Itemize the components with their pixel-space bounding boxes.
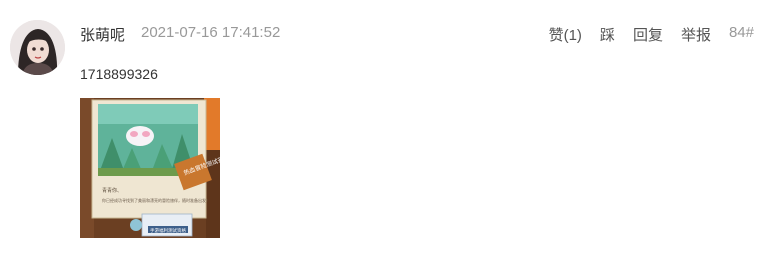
- game-screenshot-image: 热血冒险测试开始 青青你、 你已经成功寻找到了美丽和漂亮的冒险旅伴，随时准备出发…: [80, 98, 220, 238]
- comment-actions: 赞(1) 踩 回复 举报 84#: [549, 24, 754, 45]
- username-link[interactable]: 张萌呢: [80, 24, 125, 45]
- dialog-body: 你已经成功寻找到了美丽和漂亮的冒险旅伴，随时准备出发！: [102, 197, 210, 203]
- report-button[interactable]: 举报: [681, 24, 711, 45]
- comment-text: 1718899326: [80, 66, 158, 82]
- reply-button[interactable]: 回复: [633, 24, 663, 45]
- floor-number: 84#: [728, 24, 754, 41]
- dislike-button[interactable]: 踩: [600, 24, 615, 45]
- comment-timestamp: 2021-07-16 17:41:52: [141, 24, 281, 41]
- user-avatar[interactable]: [10, 20, 65, 75]
- attached-image[interactable]: 热血冒险测试开始 青青你、 你已经成功寻找到了美丽和漂亮的冒险旅伴，随时准备出发…: [80, 98, 220, 238]
- dialog-name: 青青你、: [102, 187, 122, 194]
- dialog-button: 手游福利测试资格: [150, 227, 186, 234]
- like-button[interactable]: 赞(1): [549, 24, 582, 45]
- avatar-portrait-icon: [10, 20, 65, 75]
